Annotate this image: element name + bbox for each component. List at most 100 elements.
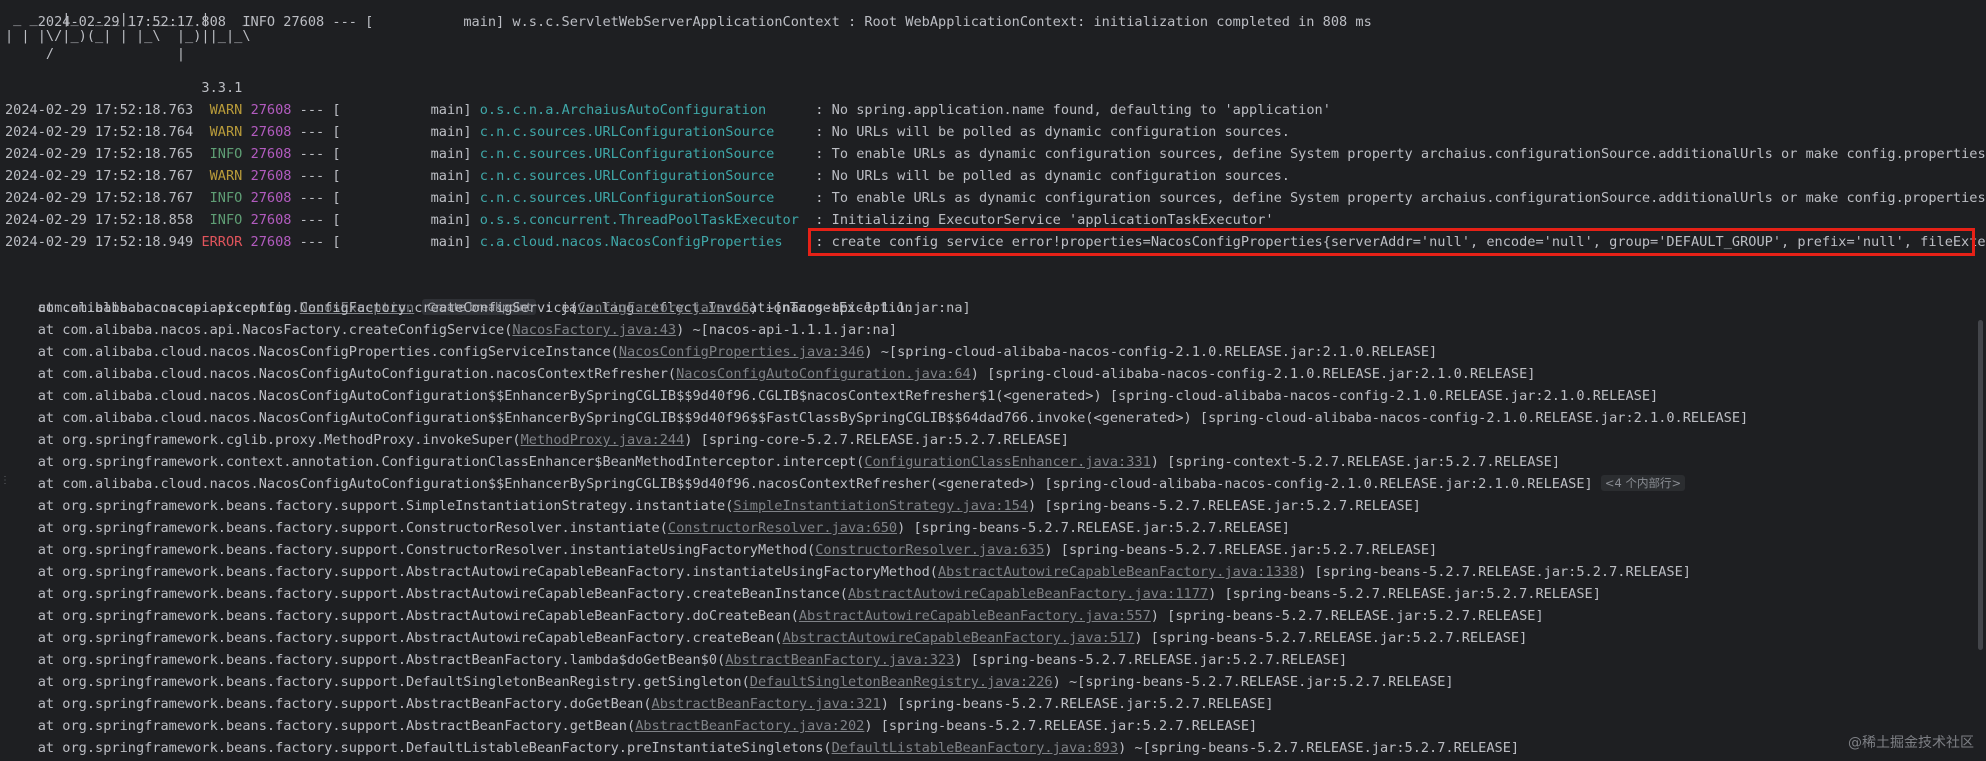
log-timestamp: 2024-02-29 17:52:18.764 <box>5 124 194 140</box>
log-level: ERROR <box>201 234 243 250</box>
fold-gutter-icon[interactable]: ⋮ <box>0 475 10 486</box>
stack-frame: at com.alibaba.cloud.nacos.NacosConfigPr… <box>5 341 1438 363</box>
source-file-link[interactable]: NacosConfigProperties.java:346 <box>619 344 865 360</box>
stack-frame: at com.alibaba.nacos.api.NacosFactory.cr… <box>5 319 897 341</box>
log-message: : To enable URLs as dynamic configuratio… <box>807 146 1986 162</box>
vertical-scrollbar[interactable] <box>1978 320 1983 650</box>
source-file-link[interactable]: AbstractAutowireCapableBeanFactory.java:… <box>799 608 1151 624</box>
source-file-link[interactable]: DefaultSingletonBeanRegistry.java:226 <box>750 674 1053 690</box>
log-message: : No spring.application.name found, defa… <box>807 102 1331 118</box>
log-line: 2024-02-29 17:52:18.764 WARN 27608 --- [… <box>5 121 1290 143</box>
stack-frame-jar: ) [spring-beans-5.2.7.RELEASE.jar:5.2.7.… <box>954 652 1348 668</box>
stack-frame-text: at com.alibaba.cloud.nacos.NacosConfigAu… <box>5 366 677 382</box>
source-file-link[interactable]: AbstractBeanFactory.java:321 <box>652 696 881 712</box>
console-output[interactable]: 2024-02-29 17:52:17.808 INFO 27608 --- [… <box>0 0 1986 761</box>
stack-frame: at org.springframework.cglib.proxy.Metho… <box>5 429 1069 451</box>
stack-frame-text: at org.springframework.beans.factory.sup… <box>5 674 750 690</box>
log-thread: --- [ main] <box>299 212 472 228</box>
stack-frame-text: at org.springframework.beans.factory.sup… <box>5 718 636 734</box>
log-logger: c.n.c.sources.URLConfigurationSource <box>479 168 808 184</box>
source-file-link[interactable]: MethodProxy.java:244 <box>521 432 685 448</box>
log-pid: 27608 <box>250 212 292 228</box>
stack-frame-text: at org.springframework.beans.factory.sup… <box>5 520 668 536</box>
stack-frame-jar: ) [spring-beans-5.2.7.RELEASE.jar:5.2.7.… <box>1298 564 1691 580</box>
source-file-link[interactable]: ConstructorResolver.java:635 <box>815 542 1044 558</box>
exception-header: com.alibaba.nacos.api.exception.NacosExc… <box>5 275 913 316</box>
source-file-link[interactable]: AbstractBeanFactory.java:202 <box>635 718 864 734</box>
log-level: WARN <box>209 124 243 140</box>
log-pid: 27608 <box>250 168 292 184</box>
log-pid: 27608 <box>250 190 292 206</box>
log-logger: c.n.c.sources.URLConfigurationSource <box>479 146 808 162</box>
stack-frame: at org.springframework.beans.factory.sup… <box>5 627 1528 649</box>
log-logger: c.n.c.sources.URLConfigurationSource <box>479 124 808 140</box>
log-thread: --- [ main] <box>299 124 472 140</box>
collapsed-frames-chip[interactable]: <4 个内部行> <box>1600 475 1686 491</box>
source-file-link[interactable]: NacosFactory.java:43 <box>512 322 676 338</box>
source-file-link[interactable]: ConstructorResolver.java:650 <box>668 520 897 536</box>
stack-frame-text: at org.springframework.beans.factory.sup… <box>5 564 938 580</box>
log-pid: 27608 <box>250 146 292 162</box>
log-message: : Initializing ExecutorService 'applicat… <box>807 212 1274 228</box>
source-file-link[interactable]: AbstractAutowireCapableBeanFactory.java:… <box>938 564 1298 580</box>
log-message: : No URLs will be polled as dynamic conf… <box>807 124 1290 140</box>
watermark: @稀土掘金技术社区 <box>1848 735 1974 751</box>
stack-frame-jar: ) [spring-cloud-alibaba-nacos-config-2.1… <box>970 366 1536 382</box>
stack-frame-text: at org.springframework.beans.factory.sup… <box>5 586 848 602</box>
log-pid: 27608 <box>250 102 292 118</box>
stack-frame-text: at com.alibaba.nacos.api.NacosFactory.cr… <box>5 322 513 338</box>
source-file-link[interactable]: SimpleInstantiationStrategy.java:154 <box>733 498 1028 514</box>
source-file-link[interactable]: AbstractAutowireCapableBeanFactory.java:… <box>783 630 1135 646</box>
stack-frame-text: at com.alibaba.cloud.nacos.NacosConfigAu… <box>5 388 1659 404</box>
log-logger: c.n.c.sources.URLConfigurationSource <box>479 190 808 206</box>
log-timestamp: 2024-02-29 17:52:18.767 <box>5 168 194 184</box>
stack-frame: at org.springframework.beans.factory.sup… <box>5 737 1519 759</box>
stack-frame-text: at org.springframework.beans.factory.sup… <box>5 542 816 558</box>
stack-frame: at org.springframework.beans.factory.sup… <box>5 649 1347 671</box>
log-message: : No URLs will be polled as dynamic conf… <box>807 168 1290 184</box>
stack-frame-jar: ) [spring-core-5.2.7.RELEASE.jar:5.2.7.R… <box>684 432 1069 448</box>
log-message: : To enable URLs as dynamic configuratio… <box>807 190 1986 206</box>
stack-frame-jar: ) ~[spring-beans-5.2.7.RELEASE.jar:5.2.7… <box>1052 674 1454 690</box>
stack-frame: at org.springframework.beans.factory.sup… <box>5 605 1544 627</box>
stack-frame: at org.springframework.context.annotatio… <box>5 451 1560 473</box>
log-logger: c.a.cloud.nacos.NacosConfigProperties <box>479 234 808 250</box>
source-file-link[interactable]: ConfigFactory.java:45 <box>578 300 750 316</box>
log-level: WARN <box>209 102 243 118</box>
source-file-link[interactable]: ConfigurationClassEnhancer.java:331 <box>864 454 1150 470</box>
log-thread: --- [ main] <box>299 146 472 162</box>
stack-frame-text: at org.springframework.beans.factory.sup… <box>5 696 652 712</box>
stack-frame-jar: ) [spring-context-5.2.7.RELEASE.jar:5.2.… <box>1150 454 1561 470</box>
stack-frame-jar: ) [spring-beans-5.2.7.RELEASE.jar:5.2.7.… <box>897 520 1290 536</box>
source-file-link[interactable]: AbstractBeanFactory.java:323 <box>725 652 954 668</box>
stack-frame: at com.alibaba.cloud.nacos.NacosConfigAu… <box>5 363 1536 385</box>
stack-frame: at org.springframework.beans.factory.sup… <box>5 495 1421 517</box>
stack-frame-text: at com.alibaba.cloud.nacos.NacosConfigAu… <box>5 476 1593 492</box>
stack-frame: at org.springframework.beans.factory.sup… <box>5 693 1274 715</box>
source-file-link[interactable]: AbstractAutowireCapableBeanFactory.java:… <box>848 586 1208 602</box>
log-timestamp: 2024-02-29 17:52:18.765 <box>5 146 194 162</box>
stack-frame-text: at org.springframework.cglib.proxy.Metho… <box>5 432 521 448</box>
stack-frame-text: at com.alibaba.nacos.api.config.ConfigFa… <box>5 300 578 316</box>
log-line: 2024-02-29 17:52:18.767 WARN 27608 --- [… <box>5 165 1290 187</box>
stack-frame-jar: ) [spring-beans-5.2.7.RELEASE.jar:5.2.7.… <box>1134 630 1528 646</box>
source-file-link[interactable]: NacosConfigAutoConfiguration.java:64 <box>676 366 971 382</box>
banner-art-line: / | <box>5 46 186 62</box>
source-file-link[interactable]: DefaultListableBeanFactory.java:893 <box>832 740 1118 756</box>
log-pid: 27608 <box>250 234 292 250</box>
log-thread: --- [ main] <box>299 168 472 184</box>
log-level: INFO <box>209 146 243 162</box>
stack-frame-text: at org.springframework.beans.factory.sup… <box>5 652 726 668</box>
log-timestamp: 2024-02-29 17:52:18.767 <box>5 190 194 206</box>
stack-frame-jar: ) [spring-beans-5.2.7.RELEASE.jar:5.2.7.… <box>1208 586 1601 602</box>
stack-frame-text: at org.springframework.beans.factory.sup… <box>5 630 783 646</box>
log-level: WARN <box>209 168 243 184</box>
log-thread: --- [ main] <box>299 190 472 206</box>
log-timestamp: 2024-02-29 17:52:18.763 <box>5 102 194 118</box>
stack-frame: at com.alibaba.cloud.nacos.NacosConfigAu… <box>5 407 1749 429</box>
stack-frame-jar: ) ~[nacos-api-1.1.1.jar:na] <box>749 300 971 316</box>
log-logger: o.s.s.concurrent.ThreadPoolTaskExecutor <box>479 212 808 228</box>
log-logger: o.s.c.n.a.ArchaiusAutoConfiguration <box>479 102 808 118</box>
log-timestamp: 2024-02-29 17:52:18.858 <box>5 212 194 228</box>
banner-version: 3.3.1 <box>5 80 243 96</box>
